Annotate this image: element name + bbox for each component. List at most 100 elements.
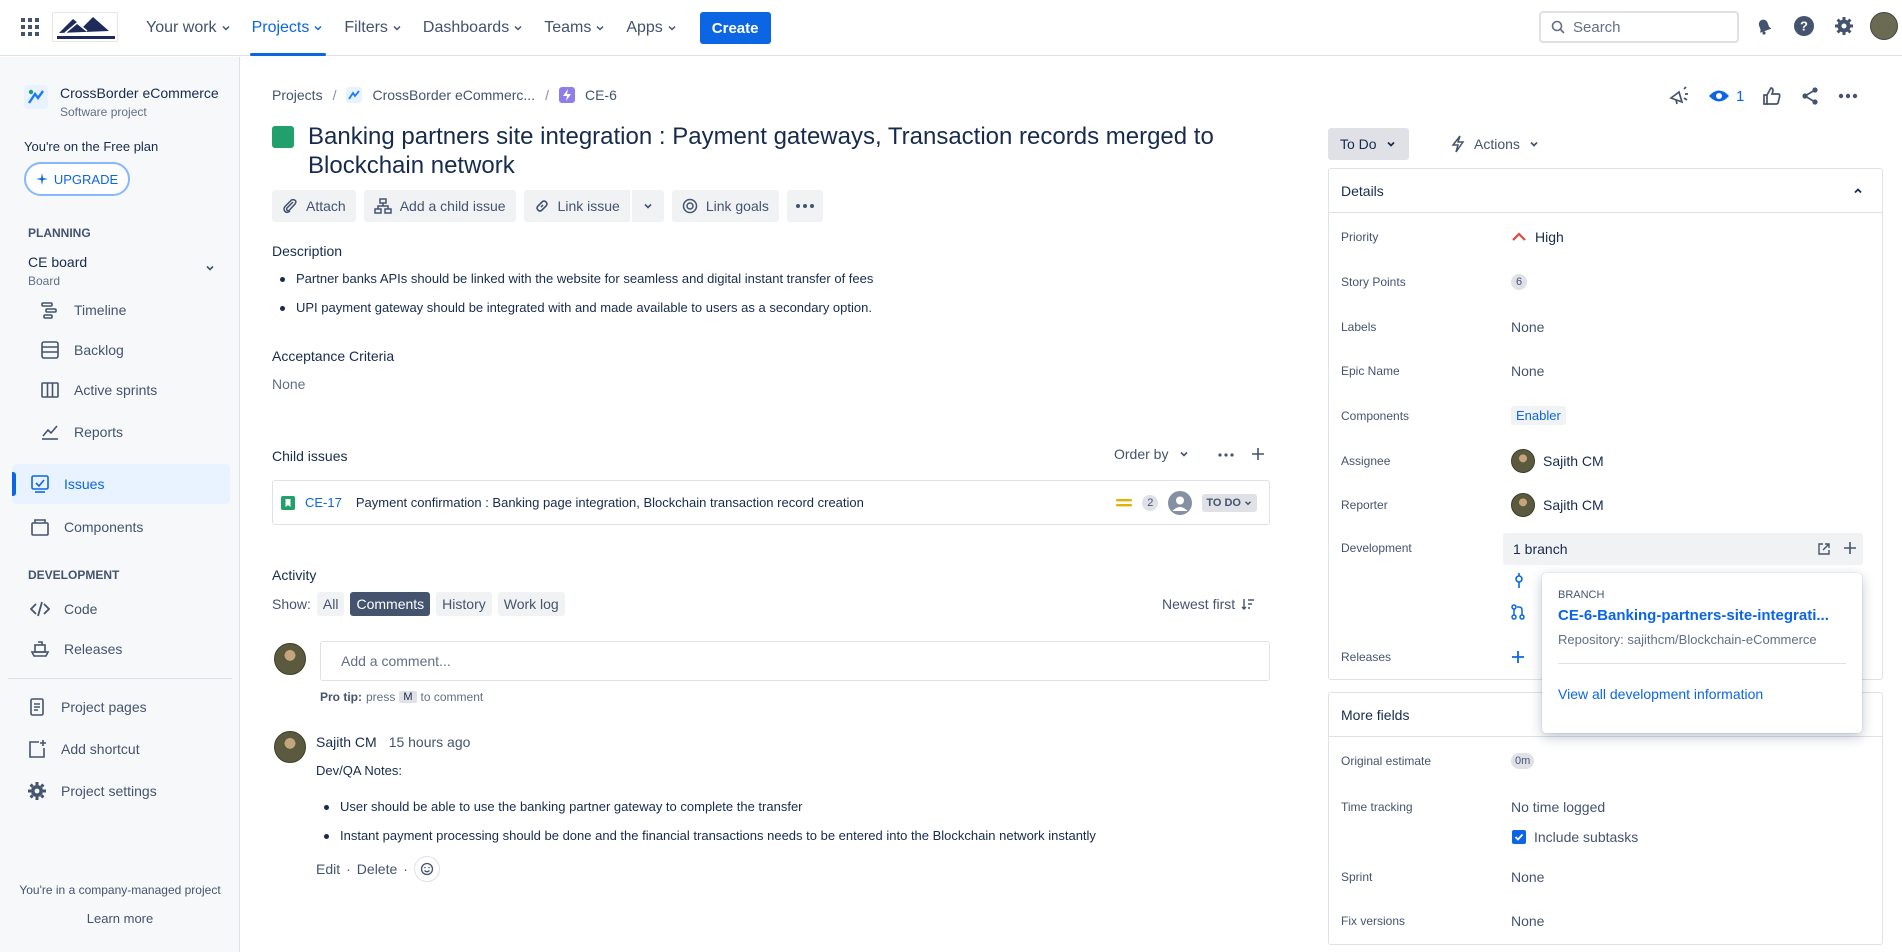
nav-filters[interactable]: Filters	[334, 0, 413, 56]
breadcrumb-projects[interactable]: Projects	[272, 87, 323, 103]
actions-dropdown[interactable]: Actions	[1440, 128, 1550, 160]
details-header[interactable]: Details	[1329, 169, 1882, 213]
add-child-plus-icon[interactable]	[1250, 446, 1266, 462]
development-branch-summary[interactable]: 1 branch	[1503, 533, 1863, 565]
sidebar-item-releases[interactable]: Releases	[30, 629, 122, 669]
open-external-icon[interactable]	[1817, 542, 1831, 556]
sidebar-item-backlog[interactable]: Backlog	[40, 330, 124, 370]
filter-comments[interactable]: Comments	[350, 592, 431, 616]
nav-your-work[interactable]: Your work	[136, 0, 242, 56]
filter-history[interactable]: History	[436, 592, 492, 616]
link-goals-button[interactable]: Link goals	[671, 190, 779, 222]
app-switcher-icon[interactable]	[20, 17, 40, 37]
nav-dashboards[interactable]: Dashboards	[413, 0, 534, 56]
sprint-value[interactable]: None	[1511, 869, 1544, 885]
project-type: Software project	[60, 105, 147, 119]
watch-button[interactable]: 1	[1708, 84, 1744, 108]
attach-button[interactable]: Attach	[272, 190, 356, 222]
add-plus-icon[interactable]	[1511, 650, 1525, 664]
sidebar-item-timeline[interactable]: Timeline	[40, 290, 126, 330]
chevron-down-icon[interactable]	[204, 262, 216, 274]
more-actions-button[interactable]	[786, 190, 823, 222]
breadcrumb-project[interactable]: CrossBorder eCommerc...	[372, 87, 535, 103]
status-dropdown[interactable]: To Do	[1328, 128, 1409, 160]
more-options-icon[interactable]	[1838, 84, 1858, 108]
profile-avatar[interactable]	[1870, 12, 1898, 40]
description-content[interactable]: Partner banks APIs should be linked with…	[272, 271, 873, 329]
priority-value[interactable]: High	[1511, 229, 1564, 245]
field-label: Fix versions	[1341, 914, 1406, 928]
project-header[interactable]: CrossBorder eCommerce Software project	[24, 85, 219, 119]
reporter-value[interactable]: Sajith CM	[1511, 493, 1604, 517]
search-input[interactable]: Search	[1539, 11, 1739, 43]
sidebar-item-code[interactable]: Code	[30, 589, 97, 629]
fix-versions-value[interactable]: None	[1511, 913, 1544, 929]
unassigned-avatar-icon[interactable]	[1168, 490, 1193, 515]
chevron-up-icon[interactable]	[1852, 185, 1864, 197]
child-issue-key[interactable]: CE-17	[305, 495, 342, 510]
component-tag[interactable]: Enabler	[1511, 406, 1566, 425]
learn-more-link[interactable]: Learn more	[0, 911, 240, 926]
child-status-dropdown[interactable]: TO DO	[1202, 493, 1257, 512]
comment-author-avatar[interactable]	[274, 731, 306, 763]
comment-author[interactable]: Sajith CM	[316, 734, 377, 750]
assignee-value[interactable]: Sajith CM	[1511, 449, 1604, 473]
issue-title[interactable]: Banking partners site integration : Paym…	[308, 122, 1248, 180]
create-button[interactable]: Create	[699, 12, 771, 44]
sidebar-item-reports[interactable]: Reports	[40, 412, 123, 452]
comment-body: User should be able to use the banking p…	[316, 799, 1096, 857]
comment-timestamp[interactable]: 15 hours ago	[389, 734, 471, 750]
child-issue-row[interactable]: CE-17 Payment confirmation : Banking pag…	[272, 480, 1270, 525]
add-plus-icon[interactable]	[1843, 541, 1857, 555]
nav-projects[interactable]: Projects	[242, 0, 335, 56]
nav-apps[interactable]: Apps	[616, 0, 687, 56]
link-issue-dropdown[interactable]	[631, 190, 664, 222]
settings-gear-icon[interactable]	[1830, 12, 1858, 40]
share-icon[interactable]	[1800, 84, 1820, 108]
epic-name-value[interactable]: None	[1511, 363, 1544, 379]
project-avatar-icon	[24, 85, 48, 109]
sidebar-item-project-settings[interactable]: Project settings	[27, 771, 157, 811]
breadcrumb-issue-key[interactable]: CE-6	[585, 87, 617, 103]
comment-input[interactable]: Add a comment...	[320, 641, 1270, 681]
sidebar-item-active-sprints[interactable]: Active sprints	[40, 370, 157, 410]
more-options-icon[interactable]	[1218, 452, 1234, 458]
site-logo[interactable]	[52, 12, 118, 42]
sidebar-item-issues[interactable]: Issues	[12, 464, 230, 504]
delete-comment-link[interactable]: Delete	[357, 861, 397, 877]
field-label: Development	[1341, 541, 1412, 555]
help-icon[interactable]: ?	[1790, 12, 1818, 40]
add-reaction-icon[interactable]	[413, 856, 440, 882]
original-estimate-value[interactable]: 0m	[1511, 753, 1535, 769]
sidebar-item-components[interactable]: Components	[30, 507, 143, 547]
story-type-icon[interactable]	[272, 126, 294, 148]
notifications-icon[interactable]	[1750, 12, 1778, 40]
child-issue-summary[interactable]: Payment confirmation : Banking page inte…	[356, 495, 864, 510]
board-selector[interactable]: CE board Board	[28, 254, 87, 288]
edit-comment-link[interactable]: Edit	[316, 861, 340, 877]
thumbs-up-icon[interactable]	[1762, 84, 1782, 108]
filter-work-log[interactable]: Work log	[497, 592, 565, 616]
link-issue-button[interactable]: Link issue	[523, 190, 630, 222]
sort-order-button[interactable]: Newest first	[1162, 596, 1255, 612]
story-points-value[interactable]: 6	[1511, 274, 1527, 290]
acceptance-criteria-value[interactable]: None	[272, 376, 305, 392]
time-tracking-value[interactable]: No time logged	[1511, 799, 1605, 815]
chevron-down-icon	[594, 22, 606, 34]
upgrade-button[interactable]: UPGRADE	[24, 162, 130, 196]
filter-all[interactable]: All	[316, 592, 345, 616]
include-subtasks-checkbox[interactable]: Include subtasks	[1512, 829, 1638, 845]
branch-name-link[interactable]: CE-6-Banking-partners-site-integrati...	[1558, 607, 1846, 624]
activity-label: Activity	[272, 567, 317, 583]
nav-teams[interactable]: Teams	[534, 0, 616, 56]
sidebar-item-project-pages[interactable]: Project pages	[27, 687, 147, 727]
labels-value[interactable]: None	[1511, 319, 1544, 335]
eye-icon	[1708, 84, 1730, 108]
add-child-issue-button[interactable]: Add a child issue	[363, 190, 516, 222]
order-by-dropdown[interactable]: Order by	[1114, 446, 1190, 462]
link-issue-label: Link issue	[557, 198, 620, 214]
announcement-megaphone-icon[interactable]	[1668, 84, 1690, 108]
view-development-link[interactable]: View all development information	[1558, 686, 1846, 702]
sort-descending-icon	[1241, 597, 1255, 611]
sidebar-item-add-shortcut[interactable]: Add shortcut	[27, 729, 140, 769]
